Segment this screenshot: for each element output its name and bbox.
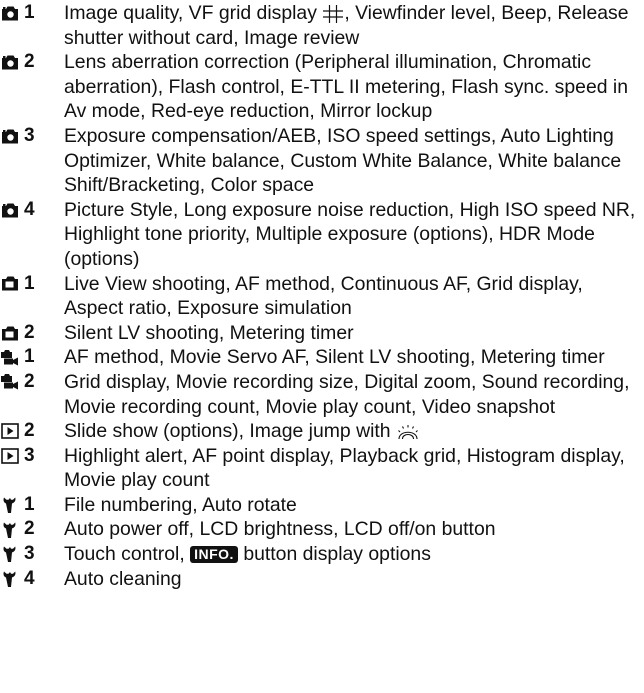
- quick-control-dial-icon: [396, 423, 420, 441]
- settings-description: File numbering, Auto rotate: [64, 493, 644, 518]
- settings-entry: 1 AF method, Movie Servo AF, Silent LV sh…: [0, 345, 644, 370]
- settings-description: Highlight alert, AF point display, Playb…: [64, 444, 644, 493]
- menu-tab-tag: 2: [0, 321, 64, 346]
- menu-tab-tag: 1: [0, 493, 64, 518]
- settings-entry: 4 Picture Style, Long exposure noise redu…: [0, 198, 644, 272]
- menu-tab-tag: 4: [0, 567, 64, 592]
- menu-tab-number: 3: [24, 444, 35, 466]
- settings-list: 1 Image quality, VF grid display , Viewfi…: [0, 0, 644, 693]
- settings-description: Touch control, INFO. button display opti…: [64, 542, 644, 567]
- description-text: Live View shooting, AF method, Continuou…: [64, 272, 583, 320]
- description-text: AF method, Movie Servo AF, Silent LV sho…: [64, 346, 605, 369]
- description-text: Highlight alert, AF point display, Playb…: [64, 444, 625, 492]
- settings-entry: 1 File numbering, Auto rotate: [0, 493, 644, 518]
- camera-icon: [0, 52, 20, 72]
- menu-tab-number: 4: [24, 567, 35, 589]
- menu-tab-tag: 2: [0, 50, 64, 75]
- camera-icon: [0, 3, 20, 23]
- live-view-icon: [0, 323, 20, 343]
- camera-icon: [0, 126, 20, 146]
- menu-tab-number: 1: [24, 346, 35, 368]
- settings-entry: 4 Auto cleaning: [0, 567, 644, 592]
- description-text: Auto power off, LCD brightness, LCD off/…: [64, 518, 496, 541]
- settings-description: Auto power off, LCD brightness, LCD off/…: [64, 517, 644, 542]
- description-text: Auto cleaning: [64, 567, 182, 590]
- description-text: Touch control,: [64, 543, 191, 566]
- settings-entry: 2 Silent LV shooting, Metering timer: [0, 321, 644, 346]
- menu-tab-number: 2: [24, 370, 35, 392]
- settings-entry: 2 Lens aberration correction (Peripheral …: [0, 50, 644, 124]
- settings-entry: 2 Slide show (options), Image jump with: [0, 419, 644, 444]
- live-view-icon: [0, 274, 20, 294]
- settings-description: Image quality, VF grid display , Viewfin…: [64, 1, 644, 50]
- menu-tab-number: 2: [24, 321, 35, 343]
- movie-icon: [0, 348, 20, 368]
- wrench-icon: [0, 520, 20, 540]
- camera-icon: [0, 200, 20, 220]
- settings-description: Exposure compensation/AEB, ISO speed set…: [64, 124, 644, 198]
- description-text: File numbering, Auto rotate: [64, 493, 297, 516]
- settings-description: Picture Style, Long exposure noise reduc…: [64, 198, 644, 272]
- settings-description: Lens aberration correction (Peripheral i…: [64, 50, 644, 124]
- menu-tab-number: 1: [24, 272, 35, 294]
- settings-description: Auto cleaning: [64, 567, 644, 592]
- menu-tab-tag: 2: [0, 370, 64, 395]
- wrench-icon: [0, 495, 20, 515]
- settings-entry: 3 Exposure compensation/AEB, ISO speed se…: [0, 124, 644, 198]
- settings-entry: 1 Live View shooting, AF method, Continuo…: [0, 272, 644, 321]
- movie-icon: [0, 372, 20, 392]
- description-text: button display options: [237, 543, 431, 566]
- menu-tab-number: 2: [24, 518, 35, 540]
- menu-tab-tag: 3: [0, 542, 64, 567]
- description-text: Grid display, Movie recording size, Digi…: [64, 370, 630, 418]
- menu-tab-tag: 3: [0, 124, 64, 149]
- grid-icon: [322, 4, 344, 24]
- menu-tab-number: 3: [24, 543, 35, 565]
- settings-description: Silent LV shooting, Metering timer: [64, 321, 644, 346]
- settings-entry: 3 Touch control, INFO. button display opt…: [0, 542, 644, 567]
- description-text: Silent LV shooting, Metering timer: [64, 321, 354, 344]
- menu-tab-tag: 2: [0, 517, 64, 542]
- info-button-badge: INFO.: [190, 546, 238, 564]
- wrench-icon: [0, 544, 20, 564]
- menu-tab-tag: 4: [0, 198, 64, 223]
- menu-tab-tag: 3: [0, 444, 64, 469]
- settings-description: Live View shooting, AF method, Continuou…: [64, 272, 644, 321]
- menu-tab-number: 1: [24, 2, 35, 23]
- settings-entry: 2 Grid display, Movie recording size, Dig…: [0, 370, 644, 419]
- settings-entry: 1 Image quality, VF grid display , Viewfi…: [0, 1, 644, 50]
- menu-tab-number: 4: [24, 198, 35, 220]
- playback-icon: [0, 446, 20, 466]
- description-text: Lens aberration correction (Peripheral i…: [64, 51, 628, 123]
- playback-icon: [0, 421, 20, 441]
- menu-tab-tag: 1: [0, 345, 64, 370]
- settings-description: Grid display, Movie recording size, Digi…: [64, 370, 644, 419]
- settings-entry: 3 Highlight alert, AF point display, Play…: [0, 444, 644, 493]
- menu-tab-tag: 2: [0, 419, 64, 444]
- description-text: Image quality, VF grid display: [64, 2, 323, 24]
- settings-description: AF method, Movie Servo AF, Silent LV sho…: [64, 345, 644, 370]
- description-text: Picture Style, Long exposure noise reduc…: [64, 198, 636, 270]
- menu-tab-number: 2: [24, 420, 35, 442]
- wrench-icon: [0, 569, 20, 589]
- settings-description: Slide show (options), Image jump with: [64, 419, 644, 444]
- menu-tab-tag: 1: [0, 272, 64, 297]
- menu-tab-number: 2: [24, 51, 35, 73]
- settings-entry: 2 Auto power off, LCD brightness, LCD off…: [0, 517, 644, 542]
- menu-tab-tag: 1: [0, 1, 64, 26]
- description-text: Slide show (options), Image jump with: [64, 420, 396, 443]
- description-text: Exposure compensation/AEB, ISO speed set…: [64, 124, 622, 197]
- menu-tab-number: 3: [24, 124, 35, 146]
- menu-tab-number: 1: [24, 493, 35, 515]
